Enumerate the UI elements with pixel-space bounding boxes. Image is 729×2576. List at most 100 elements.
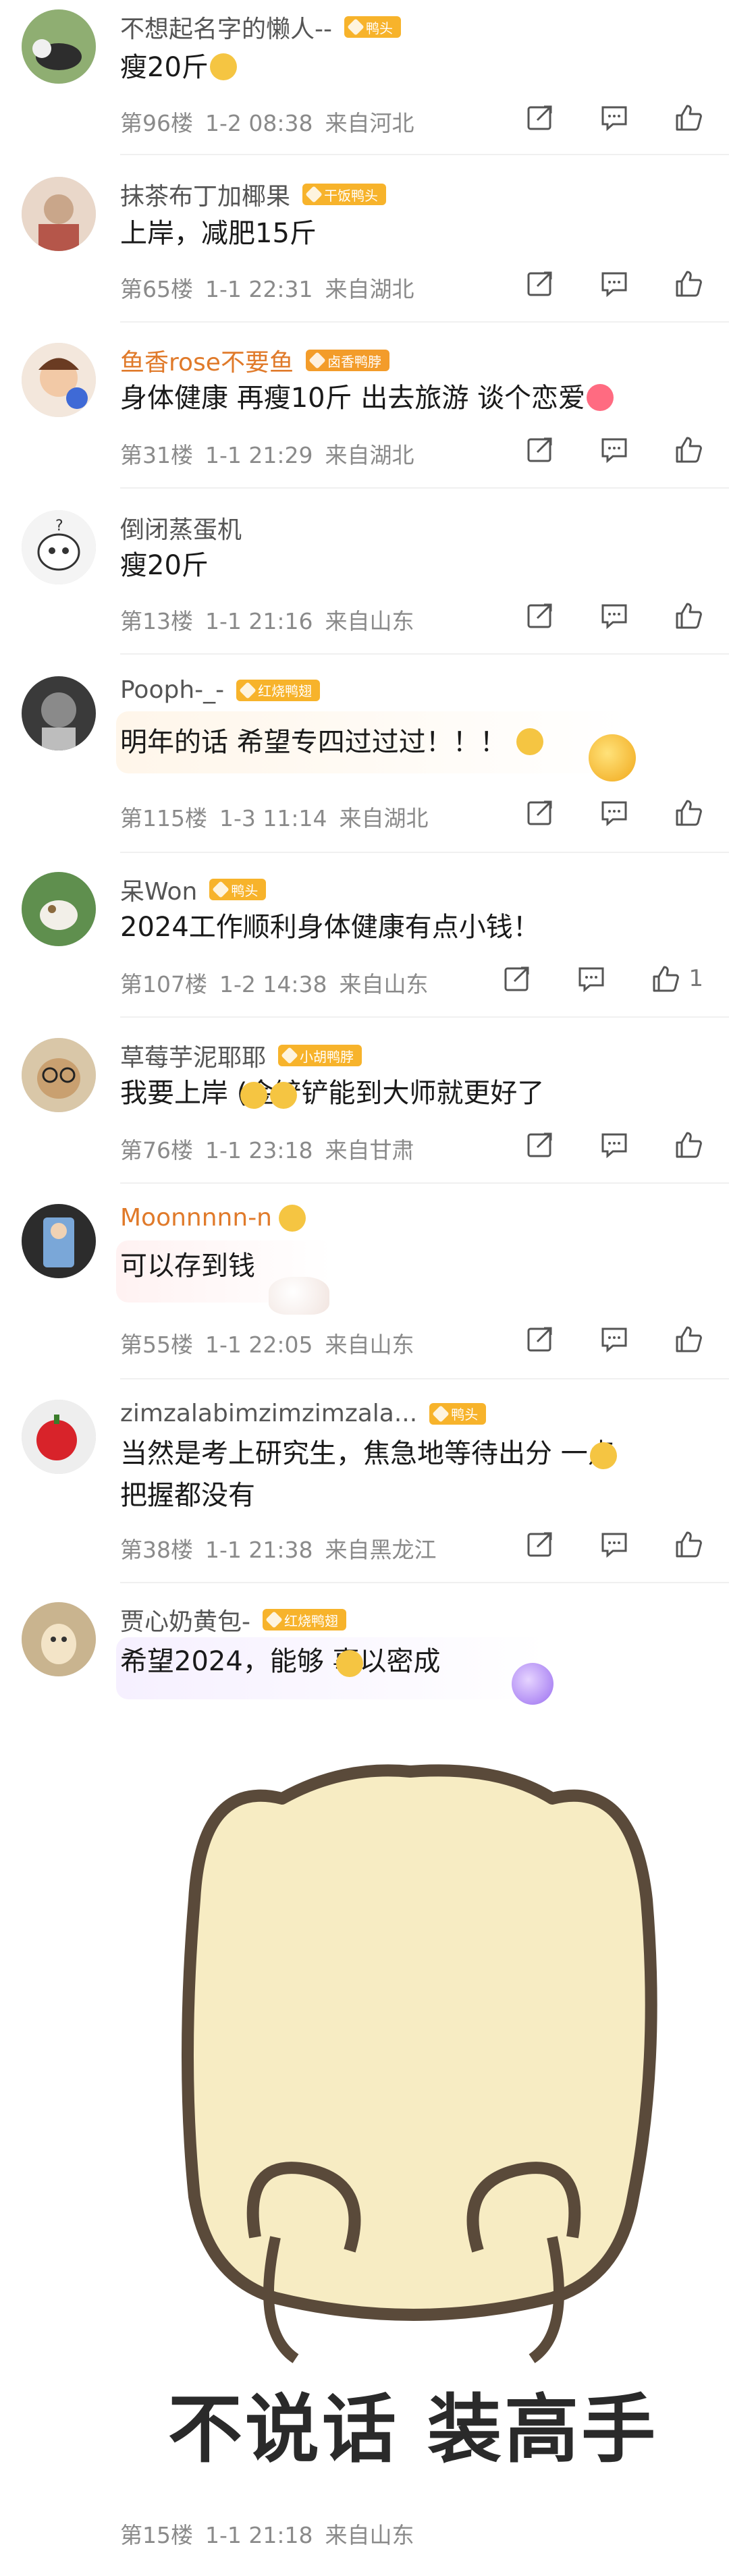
share-button[interactable]	[525, 1324, 555, 1354]
divider	[120, 487, 729, 489]
comment-icon	[601, 272, 627, 298]
avatar[interactable]	[22, 676, 96, 750]
meme-image[interactable]: 不说话 装高手	[120, 1724, 706, 2497]
username[interactable]: Moonnnnn-n	[120, 1204, 307, 1232]
comment-text-content: 瘦20斤	[120, 52, 209, 83]
reply-button[interactable]	[599, 103, 629, 132]
like-button[interactable]	[674, 103, 703, 132]
avatar[interactable]	[22, 343, 96, 417]
avatar[interactable]	[22, 872, 96, 946]
username-label[interactable]: 贾心奶黄包-	[120, 1602, 250, 1637]
emoji-icon	[516, 728, 543, 755]
floor-number: 第15楼	[120, 2522, 193, 2548]
share-button[interactable]	[525, 798, 555, 827]
username-label[interactable]: 呆Won	[120, 872, 197, 907]
timestamp: 1-1 23:18	[205, 1137, 313, 1163]
comment-text: 瘦20斤	[120, 47, 238, 88]
username[interactable]: 呆Won 鸭头	[120, 872, 267, 907]
comment-meta: 第107楼 1-2 14:38 来自山东	[120, 966, 441, 999]
comment-text: 明年的话 希望专四过过过！！！	[120, 722, 545, 763]
comment-icon	[601, 438, 627, 464]
username[interactable]: zimzalabimzimzimzala... 鸭头	[120, 1400, 487, 1427]
comment-actions	[525, 1130, 703, 1159]
comment-meta: 第38楼 1-1 21:38 来自黑龙江	[120, 1532, 449, 1564]
share-icon	[527, 105, 552, 130]
share-button[interactable]	[525, 1529, 555, 1559]
comment-text: 可以存到钱	[120, 1251, 255, 1282]
like-button[interactable]: 1	[651, 964, 703, 993]
divider	[120, 653, 729, 655]
reply-button[interactable]	[599, 1529, 629, 1559]
thumbs-up-icon	[676, 1531, 702, 1558]
avatar[interactable]: ?	[22, 510, 96, 584]
reply-button[interactable]	[599, 798, 629, 827]
thumbs-up-icon	[676, 1132, 702, 1158]
comment-text-content: 身体健康 再瘦10斤 出去旅游 谈个恋爱	[120, 383, 586, 414]
fan-badge: 红烧鸭翅	[236, 679, 321, 701]
like-button[interactable]	[674, 798, 703, 827]
username[interactable]: 草莓芋泥耶耶 小胡鸭脖	[120, 1038, 362, 1073]
divider	[120, 1016, 729, 1018]
comment-actions: 1	[502, 964, 703, 993]
comment-text-content: 明年的话 希望专四过过过！！！	[120, 727, 507, 758]
like-button[interactable]	[674, 435, 703, 464]
like-button[interactable]	[674, 269, 703, 298]
share-button[interactable]	[525, 435, 555, 464]
share-button[interactable]	[525, 1130, 555, 1159]
like-button[interactable]	[674, 1130, 703, 1159]
avatar[interactable]	[22, 1038, 96, 1112]
timestamp: 1-1 21:29	[205, 442, 313, 468]
username[interactable]: 鱼香rose不要鱼 卤香鸭脖	[120, 343, 389, 378]
reply-button[interactable]	[599, 1130, 629, 1159]
reply-button[interactable]	[576, 964, 606, 993]
avatar[interactable]	[22, 9, 96, 84]
share-button[interactable]	[502, 964, 532, 993]
comment-meta: 第65楼 1-1 22:31 来自湖北	[120, 271, 427, 304]
comment-actions	[525, 1529, 703, 1559]
username-label[interactable]: 抹茶布丁加椰果	[120, 177, 290, 212]
comment-actions	[525, 269, 703, 298]
like-button[interactable]	[674, 1529, 703, 1559]
badge-gem-icon	[305, 186, 323, 203]
username-label[interactable]: Moonnnnn-n	[120, 1204, 272, 1232]
username-label[interactable]: zimzalabimzimzimzala...	[120, 1400, 417, 1427]
diamond-sticker-icon	[512, 1663, 554, 1705]
share-button[interactable]	[525, 601, 555, 630]
reply-button[interactable]	[599, 601, 629, 630]
location: 来自甘肃	[325, 1137, 414, 1163]
avatar[interactable]	[22, 1204, 96, 1278]
thumbs-up-icon	[676, 437, 702, 463]
share-button[interactable]	[525, 269, 555, 298]
username-label[interactable]: Pooph-_-	[120, 676, 224, 704]
like-button[interactable]	[674, 601, 703, 630]
like-count: 1	[688, 965, 703, 992]
divider	[120, 154, 729, 155]
share-icon	[527, 437, 552, 462]
comment-actions	[525, 435, 703, 464]
thumbs-up-icon	[676, 1326, 702, 1352]
cat-sticker-icon	[269, 1277, 329, 1315]
username[interactable]: Pooph-_- 红烧鸭翅	[120, 676, 321, 704]
username-label[interactable]: 倒闭蒸蛋机	[120, 510, 242, 545]
divider	[120, 1378, 729, 1379]
avatar[interactable]	[22, 1602, 96, 1676]
username-label[interactable]: 草莓芋泥耶耶	[120, 1038, 266, 1073]
reply-button[interactable]	[599, 1324, 629, 1354]
comment-icon	[578, 967, 604, 993]
badge-gem-icon	[432, 1404, 450, 1423]
comment-text: 瘦20斤	[120, 550, 209, 581]
avatar[interactable]	[22, 1400, 96, 1474]
username-label[interactable]: 鱼香rose不要鱼	[120, 343, 294, 378]
like-button[interactable]	[674, 1324, 703, 1354]
username[interactable]: 倒闭蒸蛋机	[120, 510, 242, 545]
badge-label: 红烧鸭翅	[284, 1612, 338, 1629]
username-label[interactable]: 不想起名字的懒人--	[120, 9, 332, 45]
share-button[interactable]	[525, 103, 555, 132]
username[interactable]: 不想起名字的懒人-- 鸭头	[120, 9, 401, 45]
avatar[interactable]	[22, 177, 96, 251]
username[interactable]: 贾心奶黄包- 红烧鸭翅	[120, 1602, 346, 1637]
badge-gem-icon	[239, 681, 256, 699]
reply-button[interactable]	[599, 269, 629, 298]
username[interactable]: 抹茶布丁加椰果 干饭鸭头	[120, 177, 387, 212]
reply-button[interactable]	[599, 435, 629, 464]
